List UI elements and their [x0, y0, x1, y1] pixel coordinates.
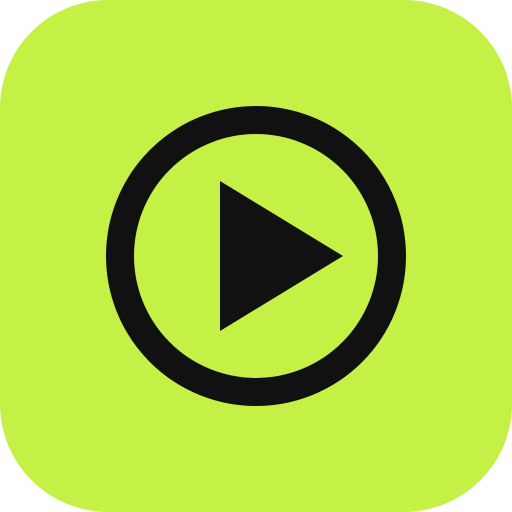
play-circle-icon: [106, 106, 406, 406]
app-icon[interactable]: [0, 0, 512, 512]
play-triangle: [220, 181, 343, 331]
